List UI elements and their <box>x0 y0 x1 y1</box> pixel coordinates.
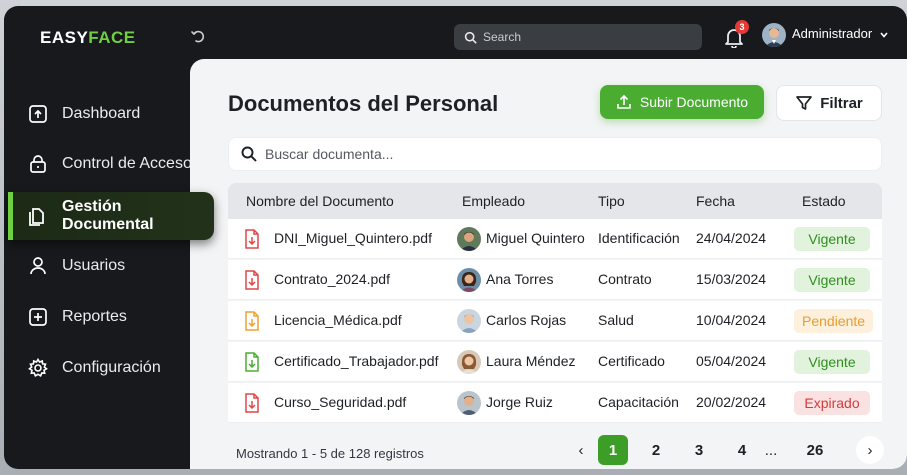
document-name[interactable]: Curso_Seguridad.pdf <box>274 394 406 410</box>
column-header-type[interactable]: Tipo <box>598 193 625 209</box>
sidebar-item-dashboard[interactable]: Dashboard <box>8 90 214 138</box>
pagination-ellipsis: ... <box>764 441 778 459</box>
upload-document-button[interactable]: Subir Documento <box>600 85 764 119</box>
table-row[interactable]: Contrato_2024.pdf Ana Torres Contrato 15… <box>228 260 882 300</box>
document-date: 15/03/2024 <box>696 271 767 287</box>
page-title: Documentos del Personal <box>228 91 499 116</box>
column-header-employee[interactable]: Empleado <box>462 193 525 209</box>
table-row[interactable]: Curso_Seguridad.pdf Jorge Ruiz Capacitac… <box>228 383 882 423</box>
table-header: Nombre del Documento Empleado Tipo Fecha… <box>228 183 882 219</box>
app-window: EASYFACE 3 Administrador Dashboard Contr… <box>4 6 907 469</box>
pdf-file-icon <box>245 229 259 249</box>
filter-button-label: Filtrar <box>820 94 863 112</box>
brand-logo[interactable]: EASYFACE <box>40 28 136 48</box>
document-name[interactable]: Certificado_Trabajador.pdf <box>274 353 438 369</box>
employee-name: Laura Méndez <box>486 353 576 369</box>
column-header-status[interactable]: Estado <box>802 193 846 209</box>
sidebar-item-control-accesos[interactable]: Control de Accesos <box>8 140 214 188</box>
employee-name: Carlos Rojas <box>486 312 567 328</box>
upload-icon <box>617 94 631 109</box>
document-search-input[interactable] <box>265 146 865 162</box>
gear-icon <box>28 358 48 377</box>
sidebar-item-usuarios[interactable]: Usuarios <box>8 242 214 290</box>
status-badge: Vigente <box>794 268 870 292</box>
table-row[interactable]: Certificado_Trabajador.pdf Laura Méndez … <box>228 342 882 382</box>
pagination-page-4[interactable]: 4 <box>727 435 757 465</box>
sidebar-item-label: Reportes <box>62 308 127 325</box>
employee-name: Ana Torres <box>486 271 554 287</box>
employee-avatar <box>457 268 481 292</box>
document-name[interactable]: Licencia_Médica.pdf <box>274 312 402 328</box>
global-search-input[interactable] <box>483 30 693 44</box>
sidebar-item-label: Control de Accesos <box>62 155 200 172</box>
document-date: 20/02/2024 <box>696 394 767 410</box>
sidebar-item-configuracion[interactable]: Configuración <box>8 344 214 392</box>
sidebar-item-gestion-documental[interactable]: Gestión Documental <box>8 192 214 240</box>
global-search[interactable] <box>454 24 702 50</box>
admin-name[interactable]: Administrador <box>792 26 872 41</box>
records-summary: Mostrando 1 - 5 de 128 registros <box>236 446 424 461</box>
filter-button[interactable]: Filtrar <box>776 85 882 121</box>
notification-badge: 3 <box>735 20 749 34</box>
user-icon <box>30 257 46 275</box>
home-icon <box>29 105 47 123</box>
sidebar-item-reportes[interactable]: Reportes <box>8 293 214 341</box>
status-badge: Expirado <box>794 391 870 415</box>
pagination-page-1[interactable]: 1 <box>598 435 628 465</box>
plus-square-icon <box>29 308 47 326</box>
employee-avatar <box>457 391 481 415</box>
pagination-page-2[interactable]: 2 <box>641 435 671 465</box>
table-row[interactable]: DNI_Miguel_Quintero.pdf Miguel Quintero … <box>228 219 882 259</box>
column-header-name[interactable]: Nombre del Documento <box>246 193 394 209</box>
sidebar-item-label: Usuarios <box>62 257 126 274</box>
lock-icon <box>30 155 46 173</box>
search-icon <box>464 31 477 44</box>
document-type: Salud <box>598 312 634 328</box>
document-search[interactable] <box>228 137 882 171</box>
pdf-file-icon <box>245 270 259 290</box>
status-badge: Pendiente <box>794 309 874 333</box>
table-row[interactable]: Licencia_Médica.pdf Carlos Rojas Salud 1… <box>228 301 882 341</box>
document-date: 24/04/2024 <box>696 230 767 246</box>
sidebar-item-label: Dashboard <box>62 105 141 122</box>
employee-avatar <box>457 309 481 333</box>
status-badge: Vigente <box>794 227 870 251</box>
pdf-file-icon <box>245 311 259 331</box>
pagination-page-last[interactable]: 26 <box>800 435 830 465</box>
document-type: Capacitación <box>598 394 679 410</box>
sidebar-item-label: Gestión Documental <box>62 198 154 233</box>
employee-name: Miguel Quintero <box>486 230 585 246</box>
document-type: Contrato <box>598 271 652 287</box>
pagination-prev-button[interactable]: ‹ <box>566 435 596 465</box>
filter-icon <box>796 96 813 110</box>
folder-icon <box>29 208 44 226</box>
brand-suffix: FACE <box>88 28 136 47</box>
upload-button-label: Subir Documento <box>639 94 749 110</box>
admin-avatar[interactable] <box>762 23 786 47</box>
document-name[interactable]: Contrato_2024.pdf <box>274 271 390 287</box>
pagination-page-3[interactable]: 3 <box>684 435 714 465</box>
search-icon <box>241 146 257 162</box>
document-name[interactable]: DNI_Miguel_Quintero.pdf <box>274 230 432 246</box>
employee-avatar <box>457 350 481 374</box>
document-type: Identificación <box>598 230 680 246</box>
topbar: EASYFACE 3 Administrador <box>4 6 907 62</box>
pdf-file-icon <box>245 393 259 413</box>
document-date: 10/04/2024 <box>696 312 767 328</box>
pagination-next-button[interactable]: › <box>856 436 884 464</box>
main-panel: Documentos del Personal Subir Documento … <box>190 59 907 469</box>
collapse-sidebar-icon[interactable] <box>190 28 206 44</box>
sidebar: Dashboard Control de Accesos Gestión Doc… <box>4 62 214 469</box>
status-badge: Vigente <box>794 350 870 374</box>
document-type: Certificado <box>598 353 665 369</box>
column-header-date[interactable]: Fecha <box>696 193 735 209</box>
pdf-file-icon <box>245 352 259 372</box>
chevron-down-icon[interactable] <box>879 30 889 40</box>
sidebar-item-label: Configuración <box>62 359 161 376</box>
brand-prefix: EASY <box>40 28 89 47</box>
document-date: 05/04/2024 <box>696 353 767 369</box>
employee-avatar <box>457 227 481 251</box>
employee-name: Jorge Ruiz <box>486 394 553 410</box>
